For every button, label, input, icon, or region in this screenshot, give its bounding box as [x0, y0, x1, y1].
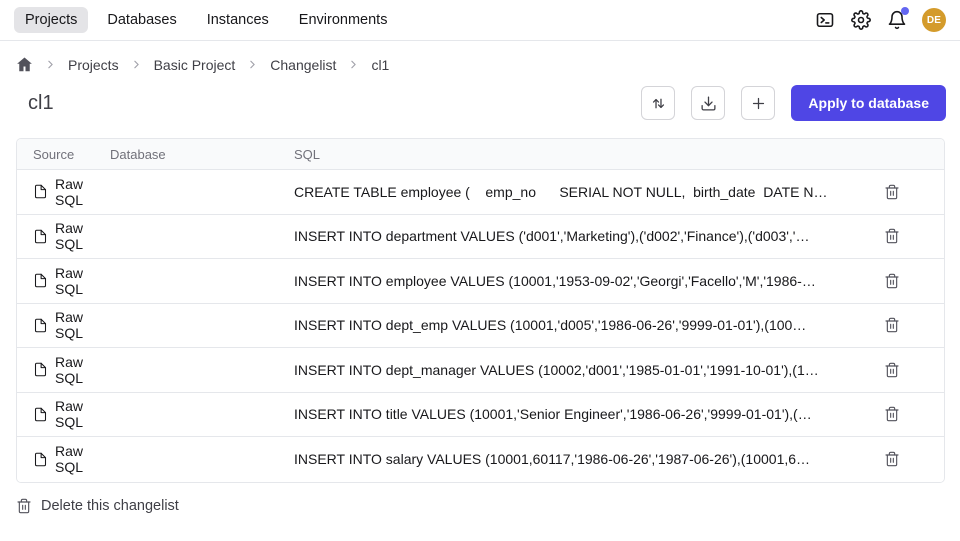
sql-cell: INSERT INTO salary VALUES (10001,60117,'… [294, 451, 840, 467]
sql-cell: INSERT INTO dept_manager VALUES (10002,'… [294, 362, 840, 378]
column-header-database: Database [110, 147, 294, 162]
file-icon [33, 452, 48, 467]
file-icon [33, 407, 48, 422]
table-row[interactable]: Raw SQL INSERT INTO salary VALUES (10001… [17, 437, 944, 482]
table-row[interactable]: Raw SQL INSERT INTO dept_manager VALUES … [17, 348, 944, 393]
column-header-sql: SQL [294, 147, 840, 162]
sort-arrows-icon [650, 95, 667, 112]
breadcrumb-changelist[interactable]: Changelist [270, 57, 336, 73]
page-title: cl1 [28, 92, 54, 115]
nav-item-instances[interactable]: Instances [196, 7, 280, 33]
delete-row-button[interactable] [880, 269, 904, 293]
sql-cell: INSERT INTO employee VALUES (10001,'1953… [294, 273, 840, 289]
apply-to-database-button[interactable]: Apply to database [791, 85, 946, 121]
table-row[interactable]: Raw SQL INSERT INTO department VALUES ('… [17, 215, 944, 260]
source-label: Raw SQL [55, 176, 110, 208]
table-row[interactable]: Raw SQL CREATE TABLE employee ( emp_no S… [17, 170, 944, 215]
delete-changelist-label: Delete this changelist [41, 498, 179, 514]
topnav-actions: DE [814, 8, 946, 32]
delete-row-button[interactable] [880, 224, 904, 248]
top-navigation: Projects Databases Instances Environment… [0, 0, 960, 41]
delete-row-button[interactable] [880, 447, 904, 471]
nav-item-projects[interactable]: Projects [14, 7, 88, 33]
reorder-button[interactable] [641, 86, 675, 120]
home-icon[interactable] [16, 56, 33, 73]
file-icon [33, 318, 48, 333]
terminal-icon[interactable] [814, 10, 835, 31]
source-label: Raw SQL [55, 309, 110, 341]
source-label: Raw SQL [55, 265, 110, 297]
notification-dot [901, 7, 909, 15]
delete-changelist-button[interactable]: Delete this changelist [0, 483, 195, 529]
delete-row-button[interactable] [880, 402, 904, 426]
chevron-right-icon [347, 58, 360, 71]
chevron-right-icon [246, 58, 259, 71]
column-header-source: Source [17, 147, 110, 162]
breadcrumb: Projects Basic Project Changelist cl1 [0, 41, 960, 73]
file-icon [33, 362, 48, 377]
toolbar: Apply to database [641, 85, 946, 121]
chevron-right-icon [130, 58, 143, 71]
file-icon [33, 184, 48, 199]
add-change-button[interactable] [741, 86, 775, 120]
bell-icon[interactable] [886, 10, 907, 31]
source-label: Raw SQL [55, 354, 110, 386]
source-label: Raw SQL [55, 220, 110, 252]
sql-cell: CREATE TABLE employee ( emp_no SERIAL NO… [294, 184, 840, 200]
sql-cell: INSERT INTO department VALUES ('d001','M… [294, 228, 840, 244]
table-row[interactable]: Raw SQL INSERT INTO dept_emp VALUES (100… [17, 304, 944, 349]
title-row: cl1 Apply to database [0, 73, 960, 121]
table-row[interactable]: Raw SQL INSERT INTO title VALUES (10001,… [17, 393, 944, 438]
table-row[interactable]: Raw SQL INSERT INTO employee VALUES (100… [17, 259, 944, 304]
table-header: Source Database SQL [17, 139, 944, 170]
breadcrumb-projects[interactable]: Projects [68, 57, 119, 73]
nav-item-databases[interactable]: Databases [96, 7, 187, 33]
file-icon [33, 273, 48, 288]
sql-cell: INSERT INTO dept_emp VALUES (10001,'d005… [294, 317, 840, 333]
sql-cell: INSERT INTO title VALUES (10001,'Senior … [294, 406, 840, 422]
source-label: Raw SQL [55, 443, 110, 475]
plus-icon [750, 95, 767, 112]
breadcrumb-current: cl1 [371, 57, 389, 73]
gear-icon[interactable] [850, 10, 871, 31]
delete-row-button[interactable] [880, 358, 904, 382]
source-label: Raw SQL [55, 398, 110, 430]
delete-row-button[interactable] [880, 180, 904, 204]
breadcrumb-basic-project[interactable]: Basic Project [154, 57, 236, 73]
export-button[interactable] [691, 86, 725, 120]
avatar[interactable]: DE [922, 8, 946, 32]
nav-item-environments[interactable]: Environments [288, 7, 399, 33]
changelist-table: Source Database SQL Raw SQL CREATE TABLE… [16, 138, 945, 483]
delete-row-button[interactable] [880, 313, 904, 337]
download-icon [700, 95, 717, 112]
file-icon [33, 229, 48, 244]
trash-icon [16, 498, 32, 514]
chevron-right-icon [44, 58, 57, 71]
